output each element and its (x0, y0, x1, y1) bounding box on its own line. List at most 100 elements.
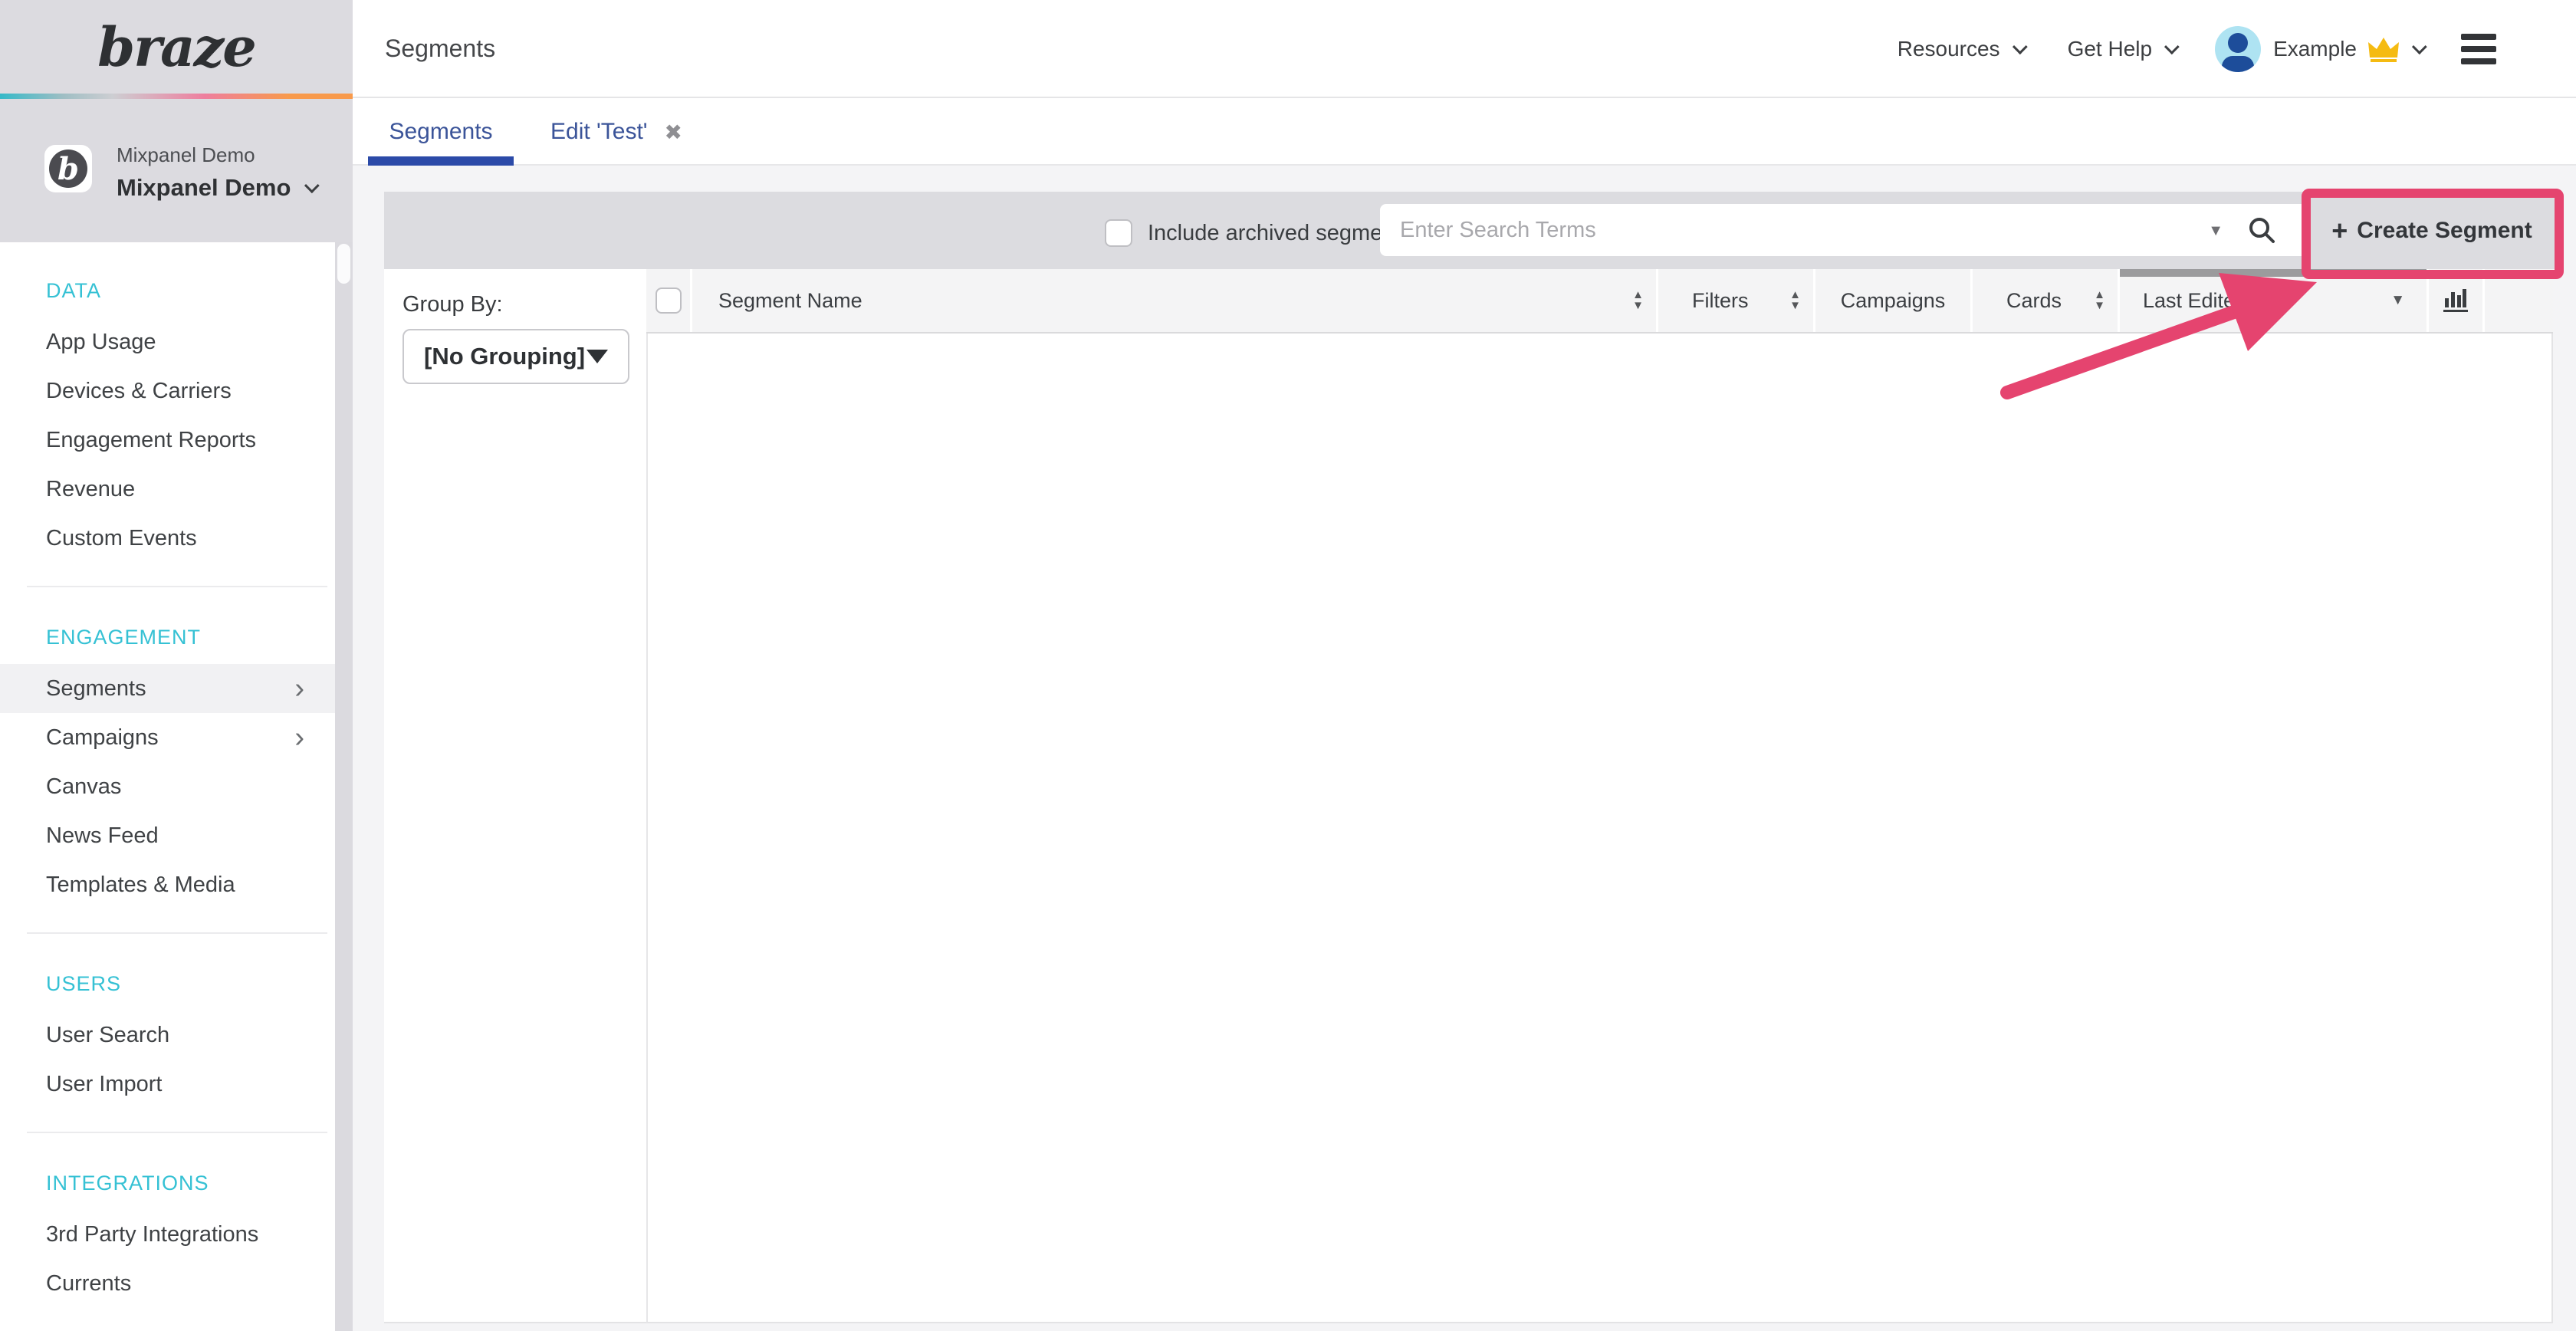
top-header: Segments Resources Get Help Example (353, 0, 2576, 98)
left-rail: braze b Mixpanel Demo Mixpanel Demo DATA… (0, 0, 353, 1331)
sidebar-divider (27, 932, 327, 934)
sidebar-scrollbar-thumb[interactable] (337, 244, 350, 284)
account-name[interactable]: Example (2273, 37, 2357, 61)
caret-down-icon (586, 350, 608, 363)
select-all-checkbox-cell (646, 269, 690, 332)
crown-icon (2367, 36, 2400, 62)
sort-icon[interactable]: ▲ ▼ (1632, 290, 1644, 311)
sidebar-divider (27, 1132, 327, 1133)
workspace-app-label: Mixpanel Demo (117, 174, 291, 202)
sidebar-item-segments[interactable]: Segments › (0, 664, 335, 713)
column-header-segment-name[interactable]: Segment Name ▲ ▼ (690, 269, 1656, 332)
sidebar-section-data: DATA (0, 264, 335, 317)
workspace-app-icon: b (44, 145, 92, 192)
sidebar-item-campaigns-label: Campaigns (46, 725, 159, 751)
column-header-last-edited[interactable]: Last Edited ▼ (2118, 269, 2426, 332)
chevron-down-icon (2164, 39, 2180, 54)
sidebar-item-news-feed[interactable]: News Feed (0, 811, 335, 860)
column-header-filters[interactable]: Filters ▲ ▼ (1656, 269, 1813, 332)
group-by-panel: Group By: [No Grouping] (384, 269, 646, 1323)
segments-toolbar: Include archived segments ▼ + Create Seg… (384, 192, 2559, 269)
sort-icon[interactable]: ▲ ▼ (1789, 290, 1801, 311)
column-header-campaigns[interactable]: Campaigns (1813, 269, 1970, 332)
column-label: Last Edited (2143, 289, 2246, 313)
sidebar-section-engagement: ENGAGEMENT (0, 610, 335, 664)
chevron-right-icon: › (294, 721, 304, 754)
create-segment-label: Create Segment (2357, 218, 2532, 244)
table-header: Segment Name ▲ ▼ Filters ▲ ▼ Campaigns (646, 269, 2553, 334)
sidebar-nav: DATA App Usage Devices & Carriers Engage… (0, 242, 335, 1331)
avatar-person-icon (2228, 33, 2248, 53)
braze-dashboard: braze b Mixpanel Demo Mixpanel Demo DATA… (0, 0, 2576, 1331)
resources-label: Resources (1898, 37, 2000, 61)
avatar-person-icon (2222, 56, 2254, 72)
column-header-empty (2482, 269, 2553, 332)
brand-gradient-divider (0, 94, 353, 99)
chevron-down-icon (304, 178, 320, 193)
content-area: Include archived segments ▼ + Create Seg… (353, 166, 2576, 1331)
group-by-dropdown[interactable]: [No Grouping] (402, 329, 629, 384)
create-segment-button[interactable]: + Create Segment (2313, 201, 2551, 261)
select-all-checkbox[interactable] (656, 288, 682, 314)
chevron-down-icon (2012, 39, 2027, 54)
workspace-company-name: Mixpanel Demo (117, 143, 255, 167)
chevron-right-icon: › (294, 672, 304, 705)
column-header-analytics[interactable] (2426, 269, 2482, 332)
selected-column-indicator (2120, 269, 2426, 277)
table-body-empty (646, 334, 2553, 1323)
chevron-down-icon (2412, 39, 2427, 54)
tabs-bar: Segments Edit 'Test' ✖ (353, 100, 2576, 166)
user-avatar[interactable] (2215, 26, 2261, 72)
sort-down-icon: ▼ (2094, 301, 2105, 311)
tab-edit-test-label: Edit 'Test' (550, 119, 648, 145)
sidebar-item-currents[interactable]: Currents (0, 1259, 335, 1308)
get-help-label: Get Help (2068, 37, 2153, 61)
sidebar-item-templates-media[interactable]: Templates & Media (0, 860, 335, 909)
sidebar-item-campaigns[interactable]: Campaigns › (0, 713, 335, 762)
resources-menu[interactable]: Resources (1898, 37, 2023, 61)
active-tab-underline (368, 156, 514, 166)
sidebar-item-3rd-party-integrations[interactable]: 3rd Party Integrations (0, 1210, 335, 1259)
close-icon[interactable]: ✖ (665, 120, 682, 145)
sidebar-divider (27, 586, 327, 587)
hamburger-menu-icon[interactable] (2461, 34, 2496, 64)
sort-down-icon: ▼ (1789, 301, 1801, 311)
sidebar-item-segments-label: Segments (46, 676, 146, 702)
workspace-selector[interactable]: b Mixpanel Demo Mixpanel Demo (0, 99, 353, 242)
sidebar-item-revenue[interactable]: Revenue (0, 465, 335, 514)
column-label: Segment Name (718, 289, 863, 313)
sidebar-section-users: USERS (0, 957, 335, 1011)
braze-logo[interactable]: braze (97, 15, 255, 79)
column-label: Cards (2006, 289, 2062, 313)
sort-down-icon: ▼ (1632, 301, 1644, 311)
search-dropdown-caret-icon[interactable]: ▼ (2208, 222, 2223, 240)
get-help-menu[interactable]: Get Help (2068, 37, 2176, 61)
caret-down-icon[interactable]: ▼ (2390, 292, 2405, 309)
sidebar-section-integrations: INTEGRATIONS (0, 1156, 335, 1210)
sidebar-item-user-search[interactable]: User Search (0, 1011, 335, 1060)
top-menu: Resources Get Help Example (1898, 0, 2576, 98)
sidebar-item-app-usage[interactable]: App Usage (0, 317, 335, 366)
logo-block: braze (0, 0, 353, 94)
search-box: ▼ (1380, 204, 2309, 256)
search-input[interactable] (1380, 204, 2309, 256)
column-header-cards[interactable]: Cards ▲ ▼ (1970, 269, 2118, 332)
sidebar-item-engagement-reports[interactable]: Engagement Reports (0, 416, 335, 465)
search-icon[interactable] (2246, 215, 2277, 245)
include-archived-checkbox[interactable] (1105, 219, 1132, 247)
sidebar-item-user-import[interactable]: User Import (0, 1060, 335, 1109)
tab-segments[interactable]: Segments (368, 100, 514, 164)
sidebar-item-canvas[interactable]: Canvas (0, 762, 335, 811)
tab-edit-test[interactable]: Edit 'Test' ✖ (550, 100, 682, 164)
b-icon: b (49, 150, 87, 188)
sidebar-item-custom-events[interactable]: Custom Events (0, 514, 335, 563)
page-title: Segments (385, 35, 495, 63)
bar-chart-icon (2442, 288, 2469, 314)
group-by-label: Group By: (402, 292, 503, 317)
sidebar-scrollbar-track[interactable] (335, 242, 353, 1331)
workspace-app-name[interactable]: Mixpanel Demo (117, 174, 315, 202)
sidebar-item-devices-carriers[interactable]: Devices & Carriers (0, 366, 335, 416)
main-area: Segments Resources Get Help Example (353, 0, 2576, 1331)
sort-icon[interactable]: ▲ ▼ (2094, 290, 2105, 311)
include-archived-label: Include archived segments (1148, 192, 1412, 269)
